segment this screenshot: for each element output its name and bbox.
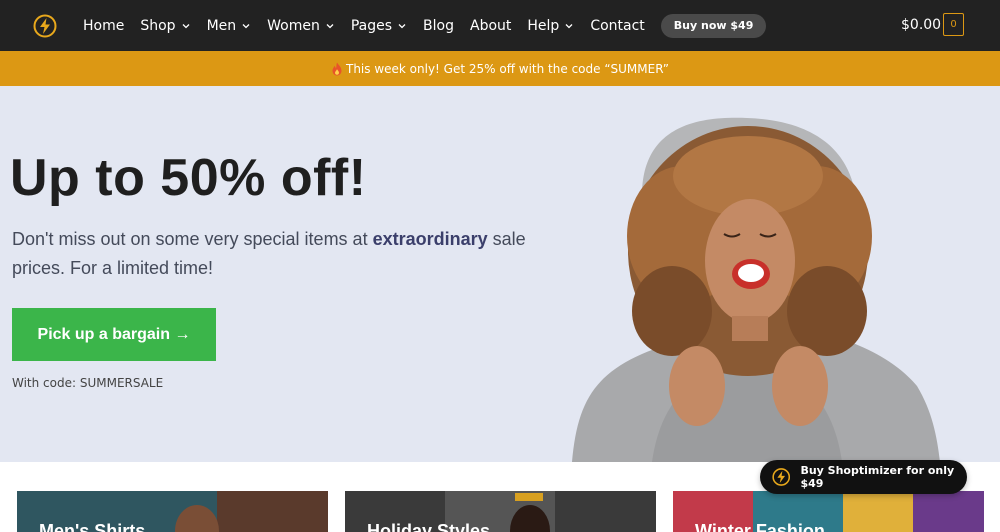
- menu-item-blog[interactable]: Blog: [423, 18, 454, 34]
- buy-now-button[interactable]: Buy now $49: [660, 13, 767, 38]
- hero-subtitle-text: Don't miss out on some very special item…: [12, 229, 373, 249]
- main-menu: Home Shop Men Women Pages Blog About Hel…: [83, 0, 767, 51]
- hero-photo: [532, 86, 972, 462]
- menu-item-help[interactable]: Help: [527, 18, 574, 34]
- cart-count-badge[interactable]: 0: [943, 13, 964, 36]
- menu-item-pages[interactable]: Pages: [351, 18, 407, 34]
- card-title: Holiday Styles: [367, 521, 491, 532]
- floating-buy-label: Buy Shoptimizer for only $49: [800, 464, 955, 490]
- hero-subtitle-bold: extraordinary: [372, 229, 488, 249]
- menu-label: Home: [83, 17, 125, 34]
- chevron-down-icon: [565, 23, 573, 28]
- top-navigation-bar: Home Shop Men Women Pages Blog About Hel…: [0, 0, 1000, 51]
- card-title: Men's Shirts: [39, 521, 146, 532]
- menu-item-women[interactable]: Women: [267, 18, 335, 34]
- hero-section: Up to 50% off! Don't miss out on some ve…: [0, 86, 1000, 462]
- menu-label: Women: [267, 17, 320, 34]
- floating-buy-button[interactable]: Buy Shoptimizer for only $49: [760, 460, 967, 494]
- promo-text: This week only! Get 25% off with the cod…: [345, 61, 670, 76]
- chevron-down-icon: [182, 23, 190, 28]
- menu-item-shop[interactable]: Shop: [140, 18, 190, 34]
- menu-item-home[interactable]: Home: [83, 18, 124, 34]
- card-title: Winter Fashion: [695, 521, 825, 532]
- menu-label: Men: [206, 17, 237, 34]
- pick-up-bargain-button[interactable]: Pick up a bargain →: [12, 308, 216, 361]
- chevron-down-icon: [398, 23, 406, 28]
- coupon-code-note: With code: SUMMERSALE: [12, 376, 164, 390]
- hero-title: Up to 50% off!: [10, 149, 367, 207]
- category-card[interactable]: Holiday Styles: [345, 491, 656, 532]
- menu-label: Contact: [590, 17, 645, 34]
- cart-total[interactable]: $0.00: [901, 17, 941, 33]
- menu-label: Help: [527, 17, 560, 34]
- promo-banner: This week only! Get 25% off with the cod…: [0, 51, 1000, 86]
- hero-subtitle: Don't miss out on some very special item…: [12, 225, 532, 283]
- menu-item-contact[interactable]: Contact: [590, 18, 644, 34]
- flame-icon: [332, 62, 342, 75]
- category-card[interactable]: Winter Fashion: [673, 491, 984, 532]
- lightning-icon: [772, 468, 791, 486]
- menu-item-about[interactable]: About: [470, 18, 511, 34]
- menu-label: Blog: [423, 17, 454, 34]
- menu-item-men[interactable]: Men: [207, 18, 252, 34]
- menu-label: Shop: [140, 17, 176, 34]
- lightning-icon[interactable]: [33, 14, 57, 38]
- menu-label: About: [470, 17, 512, 34]
- category-card[interactable]: Men's Shirts: [17, 491, 328, 532]
- menu-label: Pages: [350, 17, 393, 34]
- chevron-down-icon: [242, 23, 250, 28]
- chevron-down-icon: [326, 23, 334, 28]
